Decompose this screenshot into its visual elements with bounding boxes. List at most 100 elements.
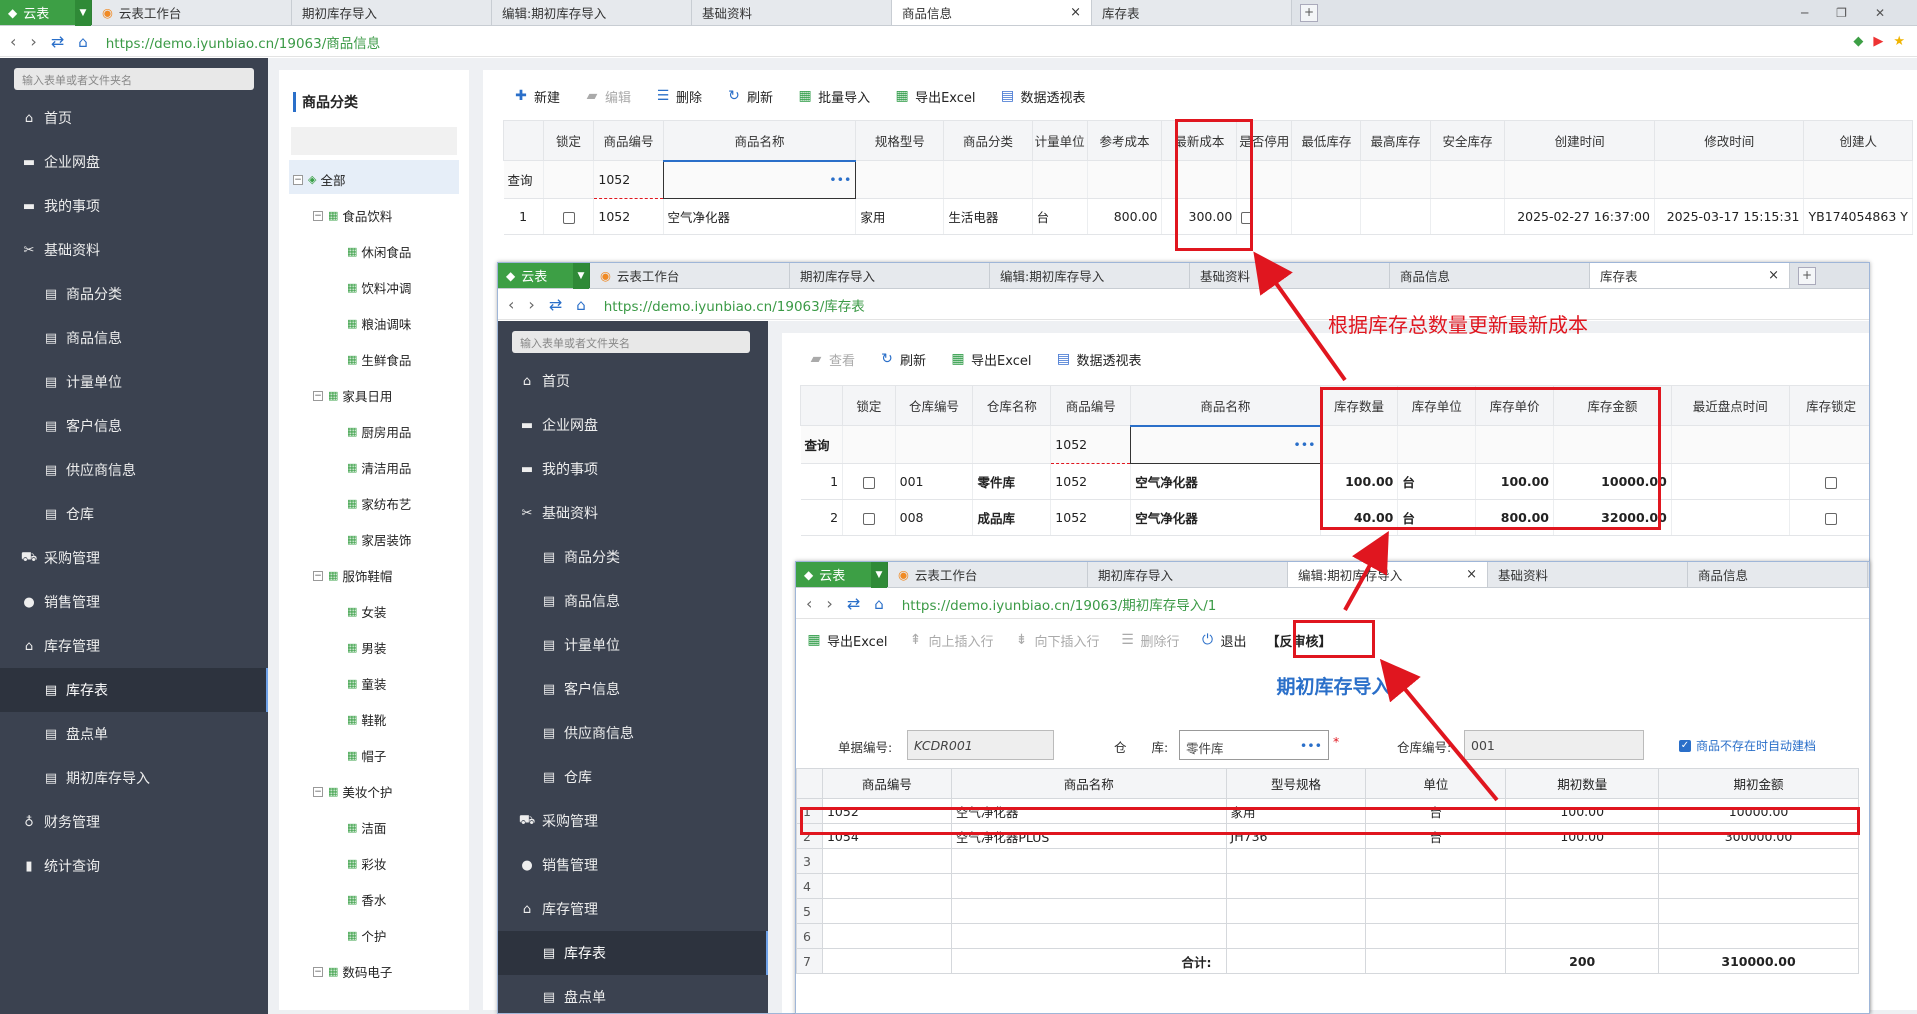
insert-below-button[interactable]: ⇟ 向下插入行 [1013,631,1100,650]
column-header[interactable]: 商品名称 [1130,385,1321,426]
back-icon[interactable]: ‹ [806,594,812,613]
sidebar-item-14[interactable]: ▤ 盘点单 [498,975,768,1013]
url-text[interactable]: https://demo.iyunbiao.cn/19063/商品信息 [106,32,381,52]
sidebar-item-5[interactable]: ▤ 商品信息 [498,579,768,623]
column-header[interactable]: 锁定 [542,120,595,161]
app-menu-tab[interactable]: ◆ 云表 ▼ [796,562,888,588]
column-header[interactable]: 库存单价 [1475,385,1555,426]
tree-node[interactable]: ▦ 香水 [347,890,386,909]
batch-import-button[interactable]: ▦ 批量导入 [797,87,870,106]
sidebar-item-2[interactable]: ▬ 我的事项 [498,447,768,491]
column-header[interactable]: 库存数量 [1319,385,1399,426]
tree-node[interactable]: ▦ 家居装饰 [347,530,411,549]
column-header[interactable]: 型号规格 [1225,768,1367,799]
column-header[interactable]: 仓库编号 [894,385,974,426]
column-header[interactable]: 是否停用 [1236,120,1293,161]
sidebar-item-9[interactable]: ▤ 仓库 [498,755,768,799]
export-excel-button[interactable]: ▦ 导出Excel [950,350,1031,369]
star-icon[interactable]: ★ [1893,34,1905,49]
column-header[interactable]: 商品编号 [821,768,952,799]
tab-inventory[interactable]: 库存表 [1092,0,1292,25]
tab-edit-opening-stock[interactable]: 编辑:期初库存导入 [990,263,1190,288]
refresh-icon[interactable]: ⇄ [549,295,562,314]
sheet-row[interactable]: 2 1054 空气净化器PLUS JH736 台 100.00 300000.00 [796,823,1870,849]
sidebar-search-input[interactable]: 输入表单或者文件夹名 [14,68,254,90]
sidebar-item-5[interactable]: ▤ 商品信息 [0,316,268,360]
collapse-icon[interactable]: − [313,210,323,221]
tree-node[interactable]: − ▦ 美妆个护 [313,782,392,801]
home-icon[interactable]: ⌂ [78,33,88,51]
tree-node[interactable]: ▦ 家纺布艺 [347,494,411,513]
tab-product-info[interactable]: 商品信息 [1390,263,1590,288]
sidebar-item-4[interactable]: ▤ 商品分类 [0,272,268,316]
tree-node[interactable]: ▦ 个护 [347,926,386,945]
column-header[interactable]: 最新成本 [1161,120,1238,161]
tab-workbench[interactable]: ◉ 云表工作台 [590,263,790,288]
insert-above-button[interactable]: ⇞ 向上插入行 [907,631,994,650]
tab-opening-stock[interactable]: 期初库存导入 [292,0,492,25]
collapse-icon[interactable]: − [313,570,323,581]
table-row[interactable]: 2008成品库1052空气净化器40.00台800.0032000.0020 [800,499,1869,536]
column-header[interactable]: 商品名称 [950,768,1227,799]
tab-edit-opening-stock[interactable]: 编辑:期初库存导入 × [1288,562,1488,587]
forward-icon[interactable]: › [528,295,534,314]
tree-node[interactable]: ▦ 厨房用品 [347,422,411,441]
column-header[interactable]: 计量单位 [1031,120,1088,161]
refresh-icon[interactable]: ⇄ [51,32,64,51]
sidebar-item-15[interactable]: ▤ 期初库存导入 [0,756,268,800]
lock-checkbox[interactable] [562,211,575,224]
column-header[interactable]: 修改时间 [1653,120,1805,161]
column-header[interactable]: 创建时间 [1504,120,1655,161]
tab-edit-opening-stock[interactable]: 编辑:期初库存导入 [492,0,692,25]
tab-base-data[interactable]: 基础资料 [1190,263,1390,288]
tree-node[interactable]: − ▦ 家具日用 [313,386,392,405]
tree-node[interactable]: ▦ 粮油调味 [347,314,411,333]
export-excel-button[interactable]: ▦ 导出Excel [894,87,975,106]
column-header[interactable]: 商品分类 [943,120,1033,161]
tree-node[interactable]: ▦ 童装 [347,674,386,693]
sheet-row[interactable]: 6 [796,923,1870,949]
restore-icon[interactable]: ❐ [1836,6,1847,20]
column-header[interactable]: 商品名称 [662,120,857,161]
sidebar-item-3[interactable]: ✂ 基础资料 [0,228,268,272]
view-button[interactable]: ▰ 查看 [808,350,855,369]
sidebar-item-17[interactable]: ▮ 统计查询 [0,844,268,888]
tree-node[interactable]: ▦ 男装 [347,638,386,657]
new-tab-button[interactable]: + [1798,267,1816,285]
column-header[interactable]: 仓库名称 [972,385,1052,426]
dropdown-icon[interactable]: ▼ [573,263,589,289]
stock-lock-checkbox[interactable] [1825,476,1838,489]
sidebar-item-14[interactable]: ▤ 盘点单 [0,712,268,756]
checked-checkbox-icon[interactable]: ✓ [1679,739,1691,752]
sidebar-item-13[interactable]: ▤ 库存表 [0,668,268,712]
tab-workbench[interactable]: ◉ 云表工作台 [92,0,292,25]
tree-node[interactable]: ▦ 生鲜食品 [347,350,411,369]
column-header[interactable]: 库存金额 [1553,385,1672,426]
video-icon[interactable]: ▶ [1873,34,1883,49]
app-menu-tab[interactable]: ◆ 云表 ▼ [498,263,590,289]
sidebar-item-1[interactable]: ▬ 企业网盘 [498,403,768,447]
new-tab-button[interactable]: + [1300,4,1318,22]
tree-node[interactable]: ▦ 彩妆 [347,854,386,873]
sidebar-item-6[interactable]: ▤ 计量单位 [0,360,268,404]
export-excel-button[interactable]: ▦ 导出Excel [806,631,887,650]
query-name-input[interactable]: ••• [662,159,857,199]
column-header[interactable]: 锁定 [842,385,896,426]
column-header[interactable]: 商品编号 [593,120,664,161]
tab-opening-stock[interactable]: 期初库存导入 [1088,562,1288,587]
auto-create-option[interactable]: ✓ 商品不存在时自动建档 [1679,737,1816,754]
lock-checkbox[interactable] [862,512,875,525]
more-icon[interactable]: ••• [1300,738,1322,753]
sheet-row[interactable]: 5 [796,898,1870,924]
tree-node[interactable]: ▦ 鞋靴 [347,710,386,729]
sidebar-item-12[interactable]: ⌂ 库存管理 [0,624,268,668]
tab-inventory[interactable]: 库存表 × [1590,263,1790,288]
tree-node[interactable]: ▦ 清洁用品 [347,458,411,477]
column-header[interactable]: 最近盘点时间 [1670,385,1790,426]
sidebar-item-10[interactable]: ⛟ 采购管理 [0,536,268,580]
sidebar-search-input[interactable]: 输入表单或者文件夹名 [512,331,750,353]
collapse-icon[interactable]: − [313,390,323,401]
sidebar-item-11[interactable]: ● 销售管理 [0,580,268,624]
close-icon[interactable]: × [1070,5,1081,20]
back-icon[interactable]: ‹ [10,32,16,51]
